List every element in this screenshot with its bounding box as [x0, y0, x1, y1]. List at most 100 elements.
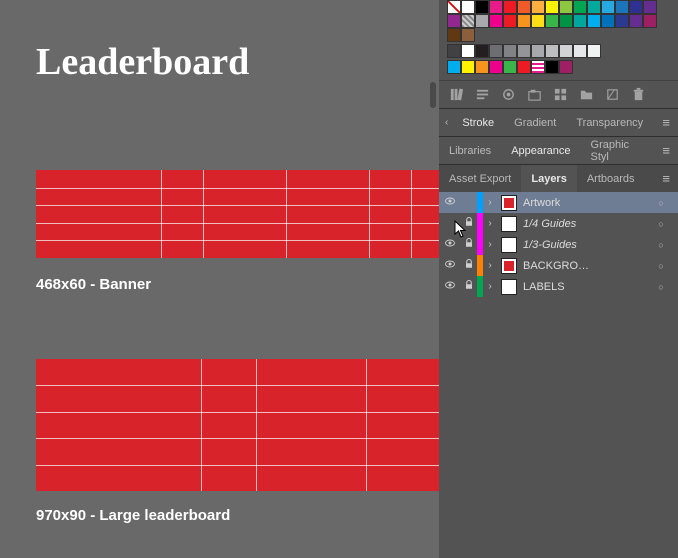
- canvas-area[interactable]: Leaderboard 468x60 - Banner 970x90 - Lar…: [0, 0, 439, 558]
- new-color-group-icon[interactable]: [527, 87, 542, 102]
- swatch[interactable]: [461, 0, 475, 14]
- swatch[interactable]: [503, 60, 517, 74]
- swatch[interactable]: [531, 60, 545, 74]
- lock-toggle[interactable]: [461, 216, 477, 231]
- swatch[interactable]: [601, 14, 615, 28]
- swatch[interactable]: [629, 14, 643, 28]
- swatch[interactable]: [461, 44, 475, 58]
- swatch-options-icon[interactable]: [501, 87, 516, 102]
- visibility-toggle[interactable]: [439, 195, 461, 210]
- lock-toggle[interactable]: [461, 258, 477, 273]
- tab-stroke[interactable]: Stroke: [452, 109, 504, 136]
- swatch[interactable]: [601, 0, 615, 14]
- swatch[interactable]: [447, 14, 461, 28]
- swatch[interactable]: [447, 0, 461, 14]
- visibility-toggle[interactable]: [439, 237, 461, 252]
- swatch[interactable]: [531, 14, 545, 28]
- visibility-toggle[interactable]: [439, 279, 461, 294]
- layer-row[interactable]: › BACKGRO…○: [439, 255, 678, 276]
- lock-toggle[interactable]: [461, 237, 477, 252]
- swatch[interactable]: [503, 44, 517, 58]
- trash-icon[interactable]: [631, 87, 646, 102]
- swatch[interactable]: [475, 44, 489, 58]
- swatch[interactable]: [531, 44, 545, 58]
- expand-toggle[interactable]: ›: [483, 260, 497, 271]
- swatch[interactable]: [475, 14, 489, 28]
- swatch[interactable]: [461, 60, 475, 74]
- layer-name[interactable]: Artwork: [521, 197, 652, 209]
- layer-name[interactable]: LABELS: [521, 281, 652, 293]
- tab-artboards[interactable]: Artboards: [577, 165, 645, 192]
- swatch[interactable]: [517, 0, 531, 14]
- layer-row[interactable]: › 1/4 Guides○: [439, 213, 678, 234]
- target-icon[interactable]: ○: [652, 219, 670, 229]
- artboard-banner[interactable]: [36, 170, 439, 258]
- layer-name[interactable]: 1/4 Guides: [521, 218, 652, 230]
- swatch[interactable]: [587, 0, 601, 14]
- expand-toggle[interactable]: ›: [483, 281, 497, 292]
- swatch[interactable]: [615, 0, 629, 14]
- swatch[interactable]: [489, 44, 503, 58]
- swatch[interactable]: [559, 60, 573, 74]
- show-kind-menu-icon[interactable]: [475, 87, 490, 102]
- swatch[interactable]: [489, 0, 503, 14]
- swatch[interactable]: [489, 60, 503, 74]
- canvas-scrollbar[interactable]: [430, 82, 436, 108]
- expand-toggle[interactable]: ›: [483, 218, 497, 229]
- swatch[interactable]: [475, 0, 489, 14]
- lock-toggle[interactable]: [461, 279, 477, 294]
- swatch[interactable]: [573, 44, 587, 58]
- folder-icon[interactable]: [579, 87, 594, 102]
- tab-gradient[interactable]: Gradient: [504, 109, 566, 136]
- swatch[interactable]: [615, 14, 629, 28]
- layer-row[interactable]: › 1/3-Guides○: [439, 234, 678, 255]
- swatch[interactable]: [545, 0, 559, 14]
- artboard-large-leaderboard[interactable]: [36, 359, 439, 491]
- swatch[interactable]: [517, 60, 531, 74]
- swatch[interactable]: [545, 44, 559, 58]
- swatch[interactable]: [587, 44, 601, 58]
- swatch[interactable]: [559, 44, 573, 58]
- swatch[interactable]: [475, 60, 489, 74]
- panel-menu-icon[interactable]: ≡: [654, 143, 678, 158]
- tab-graphic-styles[interactable]: Graphic Styl: [581, 137, 655, 164]
- swatch[interactable]: [545, 60, 559, 74]
- swatch[interactable]: [517, 14, 531, 28]
- swatch[interactable]: [461, 14, 475, 28]
- swatch[interactable]: [531, 0, 545, 14]
- expand-toggle[interactable]: ›: [483, 197, 497, 208]
- swatch[interactable]: [447, 28, 461, 42]
- swatch[interactable]: [587, 14, 601, 28]
- chevron-left-icon[interactable]: ‹: [445, 117, 452, 128]
- swatch[interactable]: [517, 44, 531, 58]
- swatch[interactable]: [643, 14, 657, 28]
- visibility-toggle[interactable]: [439, 258, 461, 273]
- swatch[interactable]: [461, 28, 475, 42]
- target-icon[interactable]: ○: [652, 282, 670, 292]
- layer-row[interactable]: › Artwork○: [439, 192, 678, 213]
- new-swatch-grid-icon[interactable]: [553, 87, 568, 102]
- tab-appearance[interactable]: Appearance: [501, 137, 580, 164]
- target-icon[interactable]: ○: [652, 240, 670, 250]
- tab-libraries[interactable]: Libraries: [439, 137, 501, 164]
- tab-layers[interactable]: Layers: [521, 165, 576, 192]
- layer-name[interactable]: BACKGRO…: [521, 260, 652, 272]
- target-icon[interactable]: ○: [652, 198, 670, 208]
- swatch[interactable]: [545, 14, 559, 28]
- layer-name[interactable]: 1/3-Guides: [521, 239, 652, 251]
- swatch[interactable]: [559, 0, 573, 14]
- swatch[interactable]: [643, 0, 657, 14]
- tab-transparency[interactable]: Transparency: [566, 109, 653, 136]
- swatch[interactable]: [573, 0, 587, 14]
- new-swatch-icon[interactable]: [605, 87, 620, 102]
- expand-toggle[interactable]: ›: [483, 239, 497, 250]
- swatch[interactable]: [559, 14, 573, 28]
- layer-row[interactable]: › LABELS○: [439, 276, 678, 297]
- swatch[interactable]: [489, 14, 503, 28]
- swatch[interactable]: [447, 44, 461, 58]
- panel-menu-icon[interactable]: ≡: [654, 171, 678, 186]
- target-icon[interactable]: ○: [652, 261, 670, 271]
- swatch[interactable]: [447, 60, 461, 74]
- swatch[interactable]: [503, 0, 517, 14]
- swatch[interactable]: [629, 0, 643, 14]
